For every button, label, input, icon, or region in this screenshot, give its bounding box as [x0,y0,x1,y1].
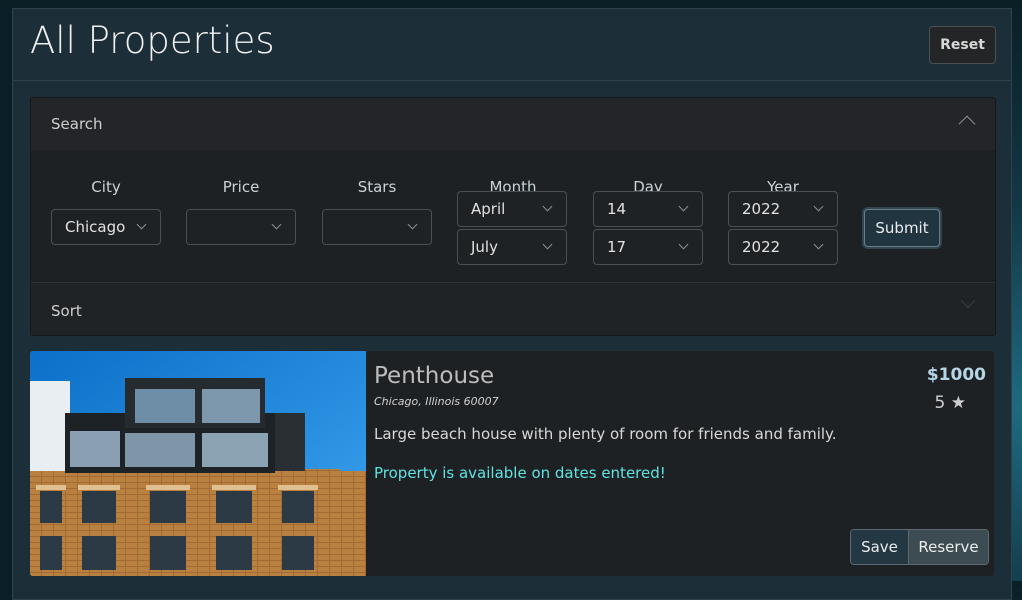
year-start-value: 2022 [742,200,781,218]
search-label: Search [51,115,103,133]
chevron-down-icon [813,201,824,212]
submit-button[interactable]: Submit [864,209,940,247]
year-end-value: 2022 [742,238,781,256]
chevron-down-icon [542,201,553,212]
month-end-select[interactable]: July [457,229,567,265]
page-title: All Properties [30,19,275,62]
header-divider [13,80,1011,81]
filter-accordion: Search City Chicago Price Stars Month Ap… [30,97,996,336]
city-label: City [91,178,121,196]
save-button[interactable]: Save [851,530,909,564]
month-start-value: April [471,200,506,218]
building-image [30,351,366,576]
property-price: $1000 [926,365,986,385]
day-end-value: 17 [607,238,627,256]
property-address: Chicago, Illinois 60007 [374,395,499,408]
chevron-down-icon [407,219,418,230]
search-accordion-header[interactable]: Search [31,98,995,150]
property-rating: 5 ★ [934,393,966,413]
card-action-group: Save Reserve [850,529,989,565]
chevron-down-icon [542,239,553,250]
stars-select[interactable] [322,209,432,245]
chevron-down-icon [813,239,824,250]
sort-accordion-header[interactable]: Sort [31,282,995,335]
chevron-down-icon [678,201,689,212]
chevron-down-icon [271,219,282,230]
property-card: Penthouse Chicago, Illinois 60007 Large … [30,351,994,576]
property-photo [30,351,366,576]
reset-button[interactable]: Reset [929,26,996,64]
properties-panel: All Properties Reset Search City Chicago… [12,8,1012,600]
availability-message: Property is available on dates entered! [374,464,666,482]
sort-label: Sort [51,302,82,320]
chevron-up-icon [958,115,976,133]
month-start-select[interactable]: April [457,191,567,227]
chevron-down-icon [960,293,976,309]
day-start-value: 14 [607,200,627,218]
property-title: Penthouse [374,363,495,389]
chevron-down-icon [136,219,147,230]
day-start-select[interactable]: 14 [593,191,703,227]
year-end-select[interactable]: 2022 [728,229,838,265]
price-label: Price [222,178,260,196]
day-end-select[interactable]: 17 [593,229,703,265]
price-select[interactable] [186,209,296,245]
month-end-value: July [471,238,498,256]
city-value: Chicago [65,218,126,236]
chevron-down-icon [678,239,689,250]
city-select[interactable]: Chicago [51,209,161,245]
stars-label: Stars [357,178,397,196]
property-description: Large beach house with plenty of room fo… [374,425,837,443]
year-start-select[interactable]: 2022 [728,191,838,227]
reserve-button[interactable]: Reserve [909,530,988,564]
